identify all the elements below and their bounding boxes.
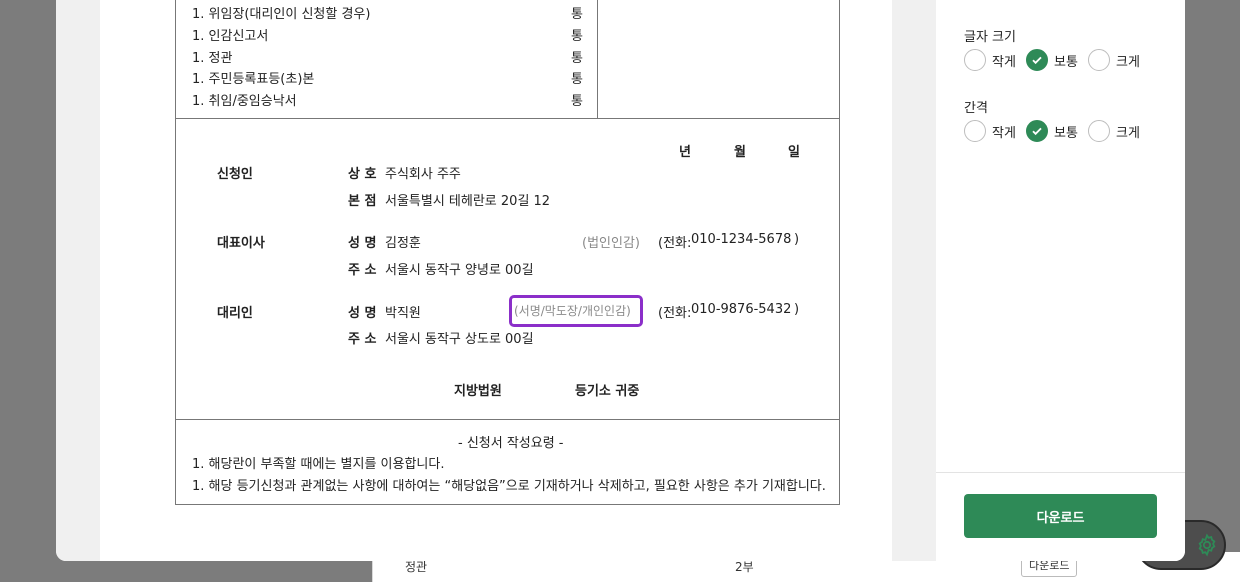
date-year: 년	[679, 145, 691, 160]
guide-item: 1. 해당 등기신청과 관계없는 사항에 대하여는 “해당없음”으로 기재하거나…	[192, 479, 826, 494]
attachment-unit: 통	[571, 29, 583, 44]
agent-title: 대리인	[217, 306, 253, 321]
option-label: 작게	[992, 54, 1016, 70]
date-month: 월	[734, 145, 746, 160]
ceo-name: 김정훈	[385, 236, 421, 251]
document-paper: 1. 위임장(대리인이 신청할 경우) 통 1. 인감신고서 통 1. 정관 통…	[100, 0, 892, 561]
attachment-list: 1. 위임장(대리인이 신청할 경우) 통 1. 인감신고서 통 1. 정관 통…	[176, 0, 598, 119]
radio-checked[interactable]	[1026, 49, 1048, 71]
applicant-name-label: 상 호	[348, 167, 377, 182]
agent-addr-label: 주 소	[348, 332, 377, 347]
guide-item: 1. 해당란이 부족할 때에는 별지를 이용합니다.	[192, 457, 445, 472]
attachment-blank-cell	[598, 0, 839, 119]
agent-seal: (서명/막도장/개인인감)	[514, 304, 631, 318]
radio-checked[interactable]	[1026, 120, 1048, 142]
applicant-hq-label: 본 점	[348, 194, 377, 209]
spacing-small[interactable]: 작게	[964, 120, 1016, 142]
ceo-addr: 서울시 동작구 양녕로 00길	[385, 263, 534, 278]
attachment-item: 1. 인감신고서	[192, 29, 269, 44]
font-size-normal[interactable]: 보통	[1026, 49, 1078, 71]
download-button[interactable]: 다운로드	[964, 494, 1157, 538]
attachment-item: 1. 위임장(대리인이 신청할 경우)	[192, 7, 371, 22]
attachment-unit: 통	[571, 72, 583, 87]
attachment-item: 1. 취임/중임승낙서	[192, 94, 297, 109]
attachment-item: 1. 주민등록표등(초)본	[192, 72, 315, 87]
radio-unchecked[interactable]	[1088, 49, 1110, 71]
agent-name-label: 성 명	[348, 306, 377, 321]
ceo-title: 대표이사	[217, 236, 265, 251]
agent-phone-prefix: (전화:	[658, 306, 692, 321]
settings-panel: 글자 크기 작게 보통 크게 간격 작게 보통 크게 다운로드	[936, 0, 1185, 561]
spacing-large[interactable]: 크게	[1088, 120, 1140, 142]
date-day: 일	[788, 145, 800, 160]
court-name: 지방법원	[454, 384, 502, 399]
gear-icon	[1198, 533, 1216, 557]
option-label: 보통	[1054, 54, 1078, 70]
spacing-normal[interactable]: 보통	[1026, 120, 1078, 142]
font-size-large[interactable]: 크게	[1088, 49, 1140, 71]
check-icon	[1032, 127, 1042, 136]
option-label: 작게	[992, 125, 1016, 141]
ceo-phone: 010-1234-5678	[691, 232, 792, 247]
registry-name: 등기소 귀중	[575, 384, 640, 399]
attachment-unit: 통	[571, 94, 583, 109]
option-label: 보통	[1054, 125, 1078, 141]
ceo-phone-suffix: )	[794, 232, 800, 247]
radio-unchecked[interactable]	[1088, 120, 1110, 142]
agent-addr: 서울시 동작구 상도로 00길	[385, 332, 534, 347]
guide-divider	[176, 419, 839, 420]
attachment-item: 1. 정관	[192, 51, 233, 66]
check-icon	[1032, 56, 1042, 65]
agent-phone-suffix: )	[794, 302, 800, 317]
ceo-addr-label: 주 소	[348, 263, 377, 278]
spacing-title: 간격	[964, 101, 988, 116]
download-modal: 1. 위임장(대리인이 신청할 경우) 통 1. 인감신고서 통 1. 정관 통…	[56, 0, 1185, 561]
ceo-seal: (법인인감)	[582, 236, 640, 251]
attachment-unit: 통	[571, 7, 583, 22]
applicant-name: 주식회사 주주	[385, 167, 461, 182]
agent-name: 박직원	[385, 306, 421, 321]
attachment-unit: 통	[571, 51, 583, 66]
ceo-phone-prefix: (전화:	[658, 236, 692, 251]
document-preview: 1. 위임장(대리인이 신청할 경우) 통 1. 인감신고서 통 1. 정관 통…	[56, 0, 936, 561]
font-size-small[interactable]: 작게	[964, 49, 1016, 71]
agent-phone: 010-9876-5432	[691, 302, 792, 317]
radio-unchecked[interactable]	[964, 49, 986, 71]
applicant-hq: 서울특별시 테헤란로 20길 12	[385, 194, 551, 209]
application-form: 1. 위임장(대리인이 신청할 경우) 통 1. 인감신고서 통 1. 정관 통…	[175, 0, 840, 505]
radio-unchecked[interactable]	[964, 120, 986, 142]
applicant-title: 신청인	[217, 167, 253, 182]
font-size-title: 글자 크기	[964, 30, 1016, 45]
option-label: 크게	[1116, 125, 1140, 141]
option-label: 크게	[1116, 54, 1140, 70]
panel-footer: 다운로드	[936, 472, 1185, 561]
ceo-name-label: 성 명	[348, 236, 377, 251]
guide-title: - 신청서 작성요령 -	[458, 436, 564, 451]
